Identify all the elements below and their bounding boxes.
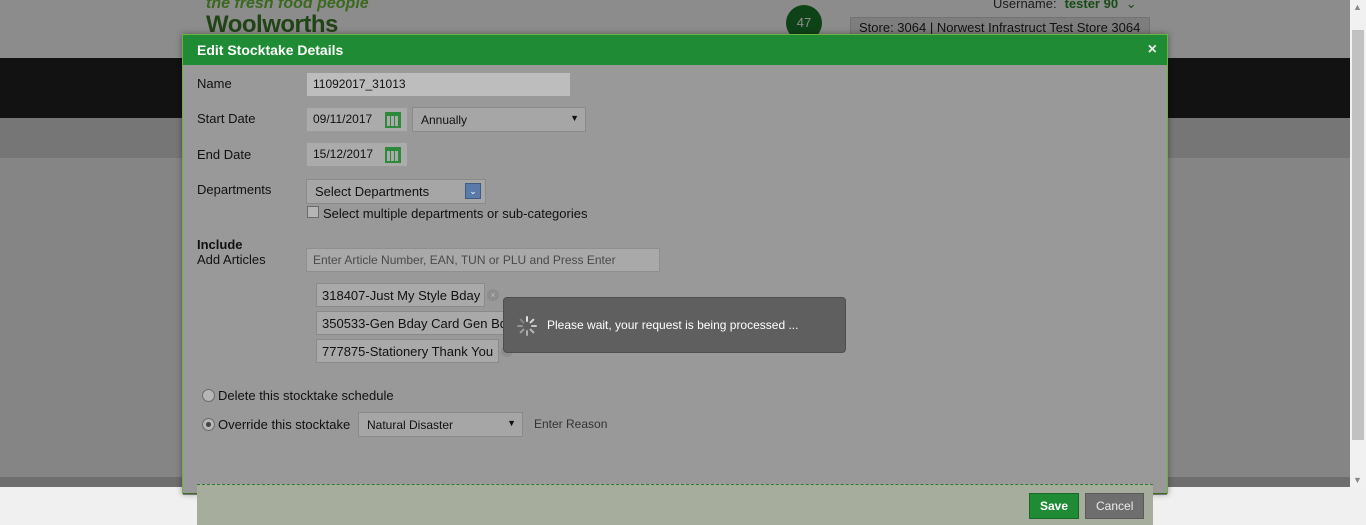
delete-schedule-label: Delete this stocktake schedule (218, 388, 394, 403)
include-label: Include (197, 237, 243, 252)
processing-toast: Please wait, your request is being proce… (503, 297, 846, 353)
multi-dept-label: Select multiple departments or sub-categ… (323, 206, 588, 221)
multi-dept-checkbox[interactable] (307, 206, 319, 218)
article-search-input[interactable]: Enter Article Number, EAN, TUN or PLU an… (306, 248, 660, 272)
reason-select[interactable]: Natural Disaster ▼ (358, 412, 523, 437)
dropdown-arrow-icon: ▼ (570, 113, 579, 123)
start-date-field[interactable]: 09/11/2017 (306, 107, 408, 132)
scrollbar-thumb[interactable] (1352, 30, 1364, 440)
remove-tag-icon[interactable]: × (487, 289, 499, 301)
close-icon[interactable]: × (1148, 35, 1157, 65)
dropdown-arrow-icon: ▼ (507, 418, 516, 428)
end-date-label: End Date (197, 147, 252, 162)
departments-value: Select Departments (315, 184, 430, 199)
override-stocktake-radio[interactable] (202, 418, 215, 431)
reason-input[interactable]: Enter Reason (534, 417, 607, 431)
reason-value: Natural Disaster (367, 418, 454, 432)
override-stocktake-label: Override this stocktake (218, 417, 351, 432)
delete-schedule-radio[interactable] (202, 389, 215, 402)
cancel-button[interactable]: Cancel (1085, 493, 1145, 519)
loading-spinner-icon (516, 315, 538, 337)
end-date-value: 15/12/2017 (313, 147, 374, 161)
departments-label: Departments (197, 182, 272, 197)
end-date-field[interactable]: 15/12/2017 (306, 142, 408, 167)
chevron-down-icon[interactable]: ⌄ (465, 183, 481, 199)
article-tag: 350533-Gen Bday Card Gen Bday (316, 311, 506, 335)
calendar-icon[interactable] (385, 112, 401, 128)
processing-message: Please wait, your request is being proce… (547, 318, 799, 332)
add-articles-label: Add Articles (197, 252, 266, 267)
name-label: Name (197, 76, 232, 91)
start-date-label: Start Date (197, 111, 256, 126)
edit-stocktake-modal: Edit Stocktake Details × Name 11092017_3… (182, 34, 1168, 525)
article-tag: 318407-Just My Style Bday (316, 283, 485, 307)
calendar-icon[interactable] (385, 147, 401, 163)
frequency-value: Annually (421, 113, 468, 127)
scroll-down-icon[interactable]: ▼ (1353, 475, 1362, 485)
start-date-value: 09/11/2017 (313, 112, 373, 126)
modal-title: Edit Stocktake Details (197, 42, 344, 58)
modal-footer: Save Cancel (197, 484, 1153, 525)
frequency-select[interactable]: Annually ▼ (412, 107, 586, 132)
departments-select[interactable]: Select Departments ⌄ (306, 179, 486, 204)
name-field[interactable]: 11092017_31013 (306, 72, 571, 97)
modal-body: Name 11092017_31013 Start Date 09/11/201… (183, 65, 1167, 525)
save-button[interactable]: Save (1029, 493, 1080, 519)
article-tag: 777875-Stationery Thank You (316, 339, 499, 363)
scroll-up-icon[interactable]: ▲ (1353, 2, 1362, 12)
modal-header: Edit Stocktake Details × (183, 35, 1167, 65)
